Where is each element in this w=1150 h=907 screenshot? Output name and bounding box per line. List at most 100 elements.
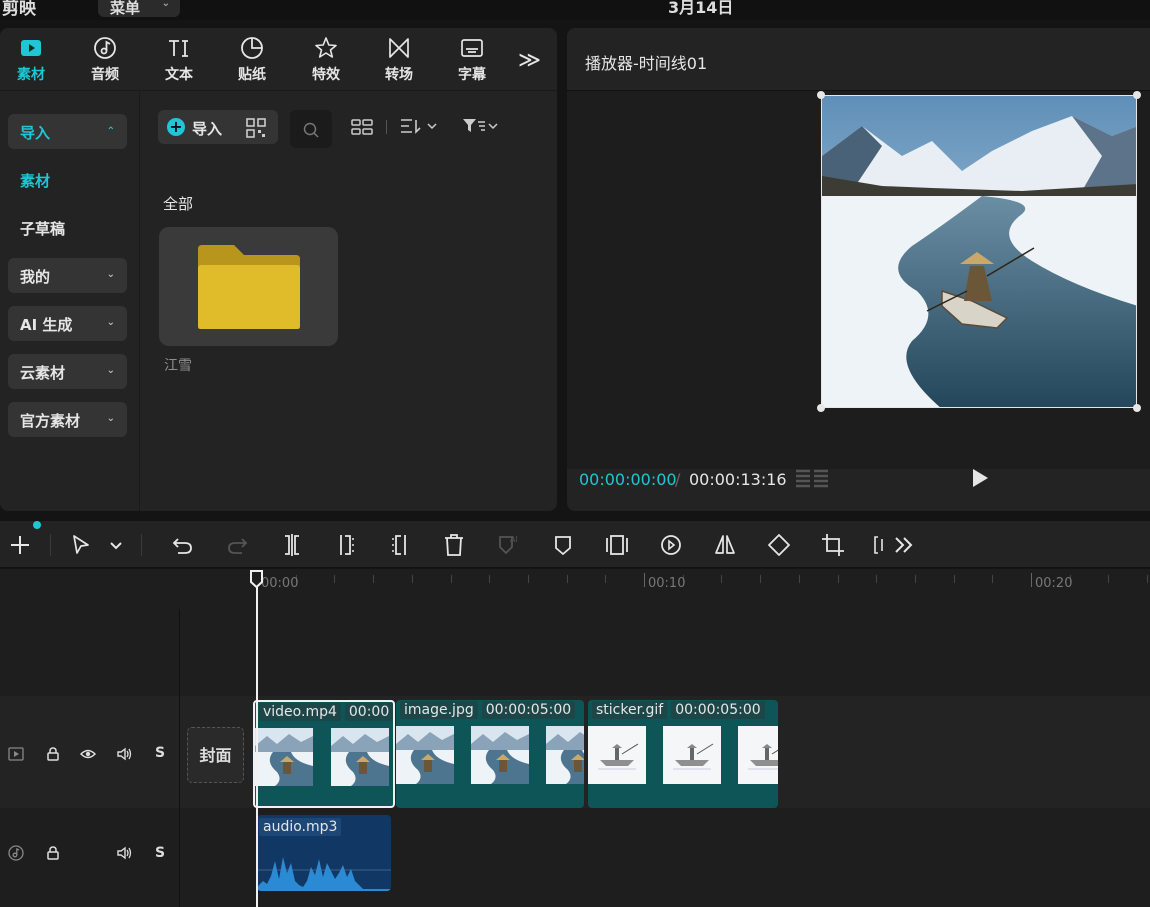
- tab-effects[interactable]: 特效: [296, 36, 356, 86]
- clip-thumbnail: [588, 726, 663, 784]
- folder-card[interactable]: [159, 227, 338, 346]
- ruler-tick: [373, 575, 375, 583]
- tab-label: 素材: [17, 67, 45, 83]
- clip-audio[interactable]: audio.mp3: [257, 815, 391, 891]
- ruler-major-tick: [644, 573, 645, 587]
- volume-meter-icon[interactable]: [795, 467, 829, 491]
- tab-media[interactable]: 素材: [1, 36, 61, 86]
- nav-cloud-media[interactable]: 云素材 ⌄: [8, 354, 127, 389]
- nav-label: AI 生成: [20, 316, 73, 334]
- nav-sub-drafts[interactable]: 子草稿: [8, 210, 127, 245]
- clip-sticker[interactable]: sticker.gif 00:00:05:00: [588, 700, 778, 808]
- marker-icon: [555, 536, 571, 556]
- menu-button[interactable]: 菜单 ⌄: [98, 0, 180, 17]
- eye-icon[interactable]: [80, 746, 96, 762]
- tab-transition[interactable]: 转场: [369, 36, 429, 86]
- play-icon[interactable]: [971, 468, 989, 488]
- ruler-tick: [721, 575, 723, 583]
- trash-icon: [445, 534, 463, 556]
- delete-button[interactable]: [441, 532, 467, 558]
- trim-right-icon: [392, 535, 406, 555]
- undo-icon: [172, 538, 192, 554]
- ruler-tick: [1147, 575, 1149, 583]
- import-button[interactable]: + 导入: [158, 110, 278, 144]
- nav-label: 云素材: [20, 364, 66, 382]
- undo-button[interactable]: [170, 532, 196, 558]
- trim-right-button[interactable]: [387, 532, 413, 558]
- nav-official-media[interactable]: 官方素材 ⌄: [8, 402, 127, 437]
- ruler-tick: [837, 575, 839, 583]
- clip-header: audio.mp3: [259, 818, 342, 836]
- sort-icon[interactable]: [400, 117, 438, 135]
- playhead-handle[interactable]: [249, 570, 264, 588]
- resize-handle[interactable]: [1133, 91, 1141, 99]
- nav-mine[interactable]: 我的 ⌄: [8, 258, 127, 293]
- clip-name: image.jpg: [400, 701, 478, 719]
- resize-handle[interactable]: [817, 91, 825, 99]
- chevron-down-icon: [110, 542, 122, 550]
- crop-button[interactable]: [820, 532, 846, 558]
- grid-view-icon[interactable]: [351, 119, 373, 135]
- ai-mark-button[interactable]: AI: [495, 532, 521, 558]
- clip-video[interactable]: video.mp4 00:00: [253, 700, 395, 808]
- redo-button[interactable]: [224, 532, 250, 558]
- more-tools-button[interactable]: [891, 532, 917, 558]
- media-panel: 素材 音频 文本 贴纸 特效 转场 字幕 ≫ 导入 ⌃ 素材 子草稿 我的 ⌄ …: [0, 28, 557, 511]
- tab-sticker[interactable]: 贴纸: [222, 36, 282, 86]
- solo-toggle[interactable]: S: [155, 845, 165, 861]
- select-tool-button[interactable]: [68, 532, 94, 558]
- cursor-icon: [73, 535, 89, 554]
- clip-header: image.jpg 00:00:05:00: [400, 701, 579, 722]
- nav-label: 子草稿: [20, 220, 66, 238]
- solo-toggle[interactable]: S: [155, 745, 165, 761]
- ruler-label: 00:10: [648, 576, 686, 591]
- clip-header: video.mp4 00:00: [259, 703, 393, 724]
- lock-icon[interactable]: [45, 746, 61, 762]
- clip-header: sticker.gif 00:00:05:00: [592, 701, 769, 722]
- time-ruler[interactable]: 00:00 00:10 00:20: [180, 569, 1150, 595]
- app-window: 剪映 菜单 ⌄ 3月14日 素材 音频 文本 贴纸 特效 转场 字幕 ≫ 导入 …: [0, 0, 1150, 907]
- lock-icon[interactable]: [45, 845, 61, 861]
- add-track-button[interactable]: [7, 532, 33, 558]
- timeline-toolbar: AI: [0, 521, 1150, 568]
- more-tabs-icon[interactable]: ≫: [518, 48, 541, 73]
- ruler-tick: [798, 575, 800, 583]
- filter-icon[interactable]: [462, 117, 500, 135]
- ruler-tick: [527, 575, 529, 583]
- search-button[interactable]: [290, 110, 332, 148]
- rotate-button[interactable]: [766, 532, 792, 558]
- clip-image[interactable]: image.jpg 00:00:05:00: [396, 700, 584, 808]
- preview-image[interactable]: [821, 95, 1137, 408]
- nav-ai-generate[interactable]: AI 生成 ⌄: [8, 306, 127, 341]
- tab-label: 文本: [165, 67, 193, 83]
- speaker-icon[interactable]: [116, 845, 132, 861]
- chevron-down-icon: ⌄: [106, 317, 115, 328]
- tab-label: 音频: [91, 67, 119, 83]
- mirror-button[interactable]: [712, 532, 738, 558]
- resize-handle[interactable]: [1133, 404, 1141, 412]
- chevron-down-icon: ⌄: [106, 269, 115, 280]
- select-tool-dropdown[interactable]: [104, 532, 124, 558]
- tab-subtitle[interactable]: 字幕: [442, 36, 502, 86]
- effects-star-icon: [315, 37, 337, 58]
- tab-audio[interactable]: 音频: [75, 36, 135, 86]
- nav-import[interactable]: 导入 ⌃: [8, 114, 127, 149]
- trim-left-button[interactable]: [333, 532, 359, 558]
- toolbar-divider: [141, 534, 142, 556]
- cover-button[interactable]: 封面: [187, 727, 244, 783]
- marker-button[interactable]: [550, 532, 576, 558]
- nav-media[interactable]: 素材: [8, 162, 127, 197]
- more-tool-button[interactable]: [866, 532, 883, 558]
- tab-text[interactable]: 文本: [149, 36, 209, 86]
- transition-icon: [389, 38, 409, 58]
- tab-label: 特效: [312, 67, 340, 83]
- speaker-icon[interactable]: [116, 746, 132, 762]
- resize-handle[interactable]: [817, 404, 825, 412]
- player-title: 播放器-时间线01: [585, 54, 708, 73]
- player-canvas[interactable]: [567, 91, 1150, 469]
- playback-speed-button[interactable]: [658, 532, 684, 558]
- split-button[interactable]: [279, 532, 305, 558]
- import-label: 导入: [192, 120, 223, 138]
- qr-code-icon[interactable]: [246, 118, 266, 138]
- freeze-frame-button[interactable]: [604, 532, 630, 558]
